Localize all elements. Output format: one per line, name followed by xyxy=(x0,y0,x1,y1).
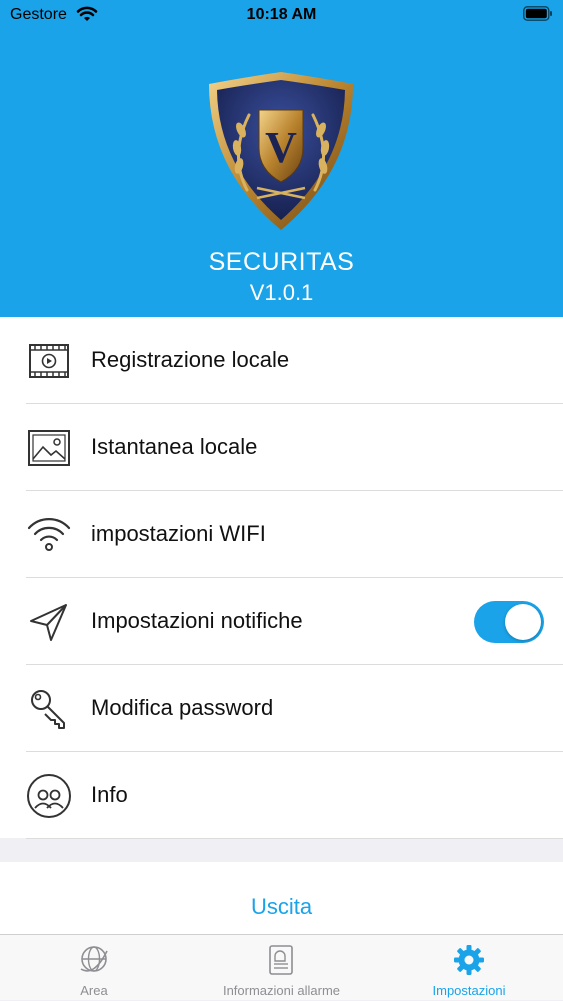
logo-letter: V xyxy=(265,123,297,172)
wifi-icon xyxy=(27,518,71,551)
tab-alarm-info[interactable]: Informazioni allarme xyxy=(188,935,375,1001)
paper-plane-icon xyxy=(30,604,67,641)
menu-item-wifi-settings[interactable]: impostazioni WIFI xyxy=(0,491,563,578)
menu-label-wifi-settings: impostazioni WIFI xyxy=(91,521,266,546)
menu-label-change-password: Modifica password xyxy=(91,695,274,720)
status-bar: Gestore 10:18 AM xyxy=(0,0,563,30)
menu-item-change-password[interactable]: Modifica password xyxy=(0,665,563,752)
menu-item-info[interactable]: Info xyxy=(0,752,563,839)
key-icon xyxy=(31,690,65,729)
notifications-toggle[interactable] xyxy=(474,601,544,643)
menu-item-local-recording[interactable]: Registrazione locale xyxy=(0,317,563,404)
logout-button[interactable]: Uscita xyxy=(0,894,563,920)
alarm-document-icon xyxy=(269,945,293,975)
globe-icon xyxy=(80,946,108,972)
toggle-knob xyxy=(505,604,541,640)
app-version: V1.0.1 xyxy=(249,280,314,305)
menu-label-notification-settings: Impostazioni notifiche xyxy=(91,608,303,633)
menu-label-local-snapshot: Istantanea locale xyxy=(91,434,258,459)
menu-label-local-recording: Registrazione locale xyxy=(91,347,290,372)
securitas-logo: V xyxy=(209,72,353,230)
tab-label-area: Area xyxy=(80,983,108,998)
tab-area[interactable]: Area xyxy=(0,935,188,1001)
app-name: SECURITAS xyxy=(208,248,355,276)
video-recording-icon xyxy=(29,344,69,378)
tab-bar: Area Informazioni allarme Impostazioni xyxy=(0,934,563,1000)
menu-divider xyxy=(26,838,563,839)
settings-menu: Registrazione locale Istantanea locale i… xyxy=(0,317,563,839)
tab-label-settings: Impostazioni xyxy=(432,983,506,998)
menu-item-local-snapshot[interactable]: Istantanea locale xyxy=(0,404,563,491)
logout-area: Uscita xyxy=(0,862,563,934)
menu-item-notification-settings: Impostazioni notifiche xyxy=(0,578,563,665)
users-circle-icon xyxy=(27,774,71,818)
battery-icon xyxy=(523,6,552,21)
image-icon xyxy=(28,430,70,466)
status-time: 10:18 AM xyxy=(246,6,317,23)
menu-label-info: Info xyxy=(91,782,128,807)
tab-label-alarm-info: Informazioni allarme xyxy=(222,983,341,998)
header: Gestore 10:18 AM V SECURITAS V1.0.1 xyxy=(0,0,563,317)
tab-settings[interactable]: Impostazioni xyxy=(375,935,563,1001)
gear-icon xyxy=(454,945,484,975)
